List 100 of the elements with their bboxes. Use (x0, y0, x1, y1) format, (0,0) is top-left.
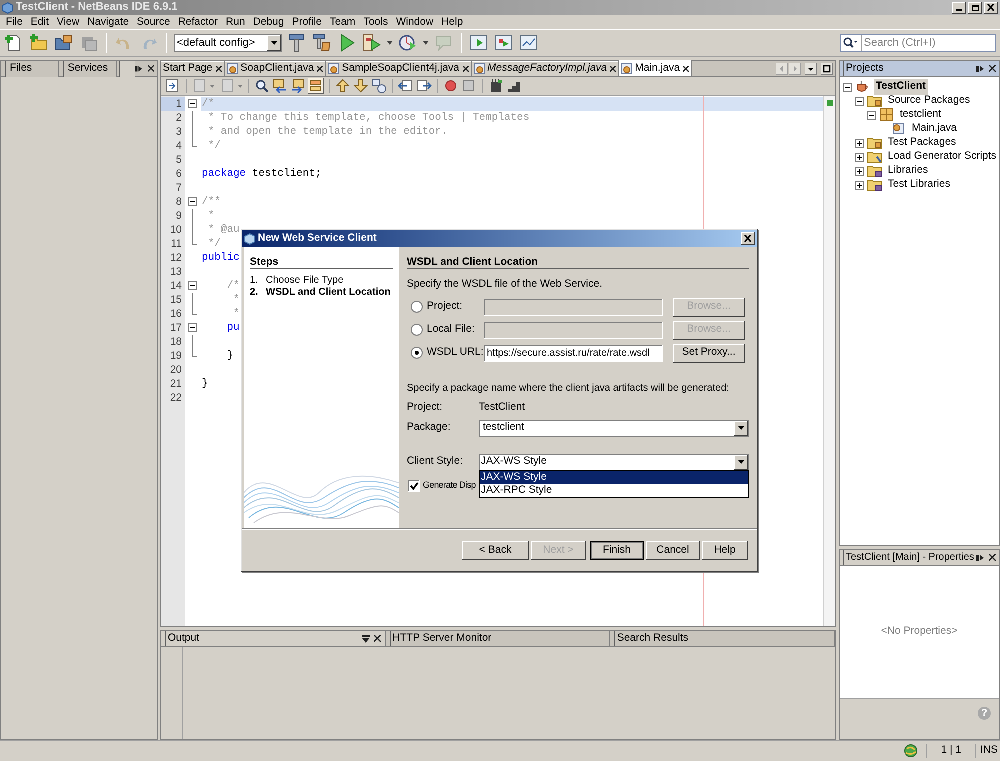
editor-tab[interactable]: SoapClient.java (224, 61, 326, 76)
menu-item[interactable]: Tools (360, 15, 392, 29)
profile-icon[interactable] (398, 33, 418, 53)
search-field[interactable]: Search (Ctrl+I) (840, 34, 996, 52)
tree-item[interactable]: Load Generator Scripts (886, 149, 999, 165)
editor-tab[interactable]: MessageFactoryImpl.java (472, 61, 620, 76)
record-icon[interactable] (443, 78, 459, 94)
stop-icon[interactable] (461, 78, 477, 94)
proxy-button[interactable]: Set Proxy... (673, 344, 745, 362)
minimize-button[interactable] (952, 2, 966, 14)
panel-tab[interactable]: HTTP Server Monitor (386, 631, 610, 646)
window-play-icon[interactable] (469, 33, 489, 53)
restore-button[interactable] (968, 2, 982, 14)
close-icon[interactable] (374, 635, 381, 642)
text-field[interactable] (484, 322, 663, 338)
dialog-button[interactable]: Finish (590, 541, 644, 560)
menu-item[interactable]: View (53, 15, 84, 29)
radio-button[interactable] (411, 324, 423, 336)
menu-item[interactable]: Refactor (174, 15, 222, 29)
blank-panel-tab[interactable] (118, 60, 136, 76)
minimize-icon[interactable] (362, 634, 370, 642)
client-style-combo-box[interactable]: JAX-WS Style (479, 454, 749, 470)
menu-item[interactable]: File (2, 15, 27, 29)
chip-icon[interactable] (488, 78, 504, 94)
find-previous-icon[interactable] (272, 78, 288, 94)
dialog-button[interactable]: Help (702, 541, 748, 560)
checkbox[interactable] (408, 480, 420, 492)
dropdown-icon[interactable] (805, 62, 817, 74)
editor-tab[interactable]: Start Page (161, 61, 225, 76)
tree-item[interactable]: Main.java (910, 121, 959, 137)
dialog-button[interactable]: Cancel (646, 541, 700, 560)
menu-item[interactable]: Navigate (84, 15, 134, 29)
editor-tab[interactable]: SampleSoapClient4j.java (326, 61, 472, 76)
hammer-broom-icon[interactable] (312, 33, 332, 53)
tree-item[interactable]: Libraries (886, 163, 930, 179)
collapse-icon[interactable] (867, 110, 876, 120)
highlight-toggle-icon[interactable] (308, 78, 324, 94)
panel-tab[interactable]: Services (62, 60, 117, 76)
close-icon[interactable] (989, 554, 996, 561)
tree-item[interactable]: testclient (898, 107, 944, 123)
fold-collapse-icon[interactable] (188, 99, 197, 108)
radio-button[interactable] (411, 347, 423, 359)
panel-tab[interactable]: Files (5, 60, 59, 76)
magnifier-icon[interactable] (254, 78, 270, 94)
shift-right-icon[interactable] (416, 78, 432, 94)
menu-item[interactable]: Help (438, 15, 468, 29)
close-icon[interactable] (610, 66, 616, 72)
close-icon[interactable] (148, 65, 154, 72)
tree-item[interactable]: TestClient (874, 79, 928, 95)
expand-icon[interactable] (855, 152, 864, 162)
collapse-icon[interactable] (855, 96, 864, 106)
shapes-icon[interactable] (371, 78, 387, 94)
fold-collapse-icon[interactable] (188, 281, 197, 290)
text-field[interactable] (484, 298, 663, 316)
window-record-icon[interactable] (494, 33, 514, 53)
tree-item[interactable]: Test Libraries (886, 177, 952, 193)
text-field[interactable]: https://secure.assist.ru/rate/rate.wsdl (484, 344, 663, 362)
expand-icon[interactable] (855, 166, 864, 176)
editor-tab[interactable]: Main.java (619, 60, 692, 76)
tree-item[interactable]: Test Packages (886, 135, 958, 151)
shift-left-icon[interactable] (398, 78, 414, 94)
close-icon[interactable] (216, 66, 222, 72)
menu-item[interactable]: Edit (26, 15, 54, 29)
menu-item[interactable]: Source (133, 15, 174, 29)
config-combo-box[interactable]: <default config> (174, 34, 282, 52)
dock-icon[interactable] (976, 64, 984, 72)
dock-icon[interactable] (135, 64, 143, 72)
dialog-button[interactable]: < Back (462, 541, 529, 560)
dropdown-option[interactable]: JAX-WS Style (480, 471, 748, 484)
close-icon[interactable] (317, 66, 324, 72)
up-arrow-icon[interactable] (335, 78, 351, 94)
expand-icon[interactable] (855, 180, 864, 190)
close-button[interactable] (741, 232, 755, 245)
dock-icon[interactable] (976, 554, 984, 562)
expand-icon[interactable] (855, 138, 864, 148)
tree-item[interactable]: Source Packages (886, 93, 972, 109)
collapse-icon[interactable] (843, 82, 852, 92)
chart-window-icon[interactable] (519, 33, 539, 53)
caret-icon[interactable] (387, 41, 393, 45)
radio-button[interactable] (411, 301, 423, 313)
close-icon[interactable] (462, 66, 468, 72)
open-folder-icon[interactable] (54, 33, 74, 53)
menu-item[interactable]: Window (392, 15, 438, 29)
close-icon[interactable] (683, 66, 690, 72)
caret-icon[interactable] (423, 41, 429, 45)
menu-item[interactable]: Run (222, 15, 250, 29)
down-arrow-icon[interactable] (353, 78, 369, 94)
menu-item[interactable]: Profile (288, 15, 326, 29)
find-next-icon[interactable] (290, 78, 306, 94)
debug-icon[interactable] (362, 33, 382, 53)
maximize-icon[interactable] (821, 62, 833, 74)
panel-tab[interactable]: Output (161, 631, 386, 646)
fold-collapse-icon[interactable] (188, 323, 197, 332)
package-combo-box[interactable]: testclient (479, 420, 749, 436)
fold-collapse-icon[interactable] (188, 197, 197, 206)
hammer-icon[interactable] (287, 33, 307, 53)
menu-item[interactable]: Debug (249, 15, 288, 29)
menu-item[interactable]: Team (326, 15, 360, 29)
close-icon[interactable] (989, 65, 996, 72)
close-button[interactable] (984, 2, 998, 14)
